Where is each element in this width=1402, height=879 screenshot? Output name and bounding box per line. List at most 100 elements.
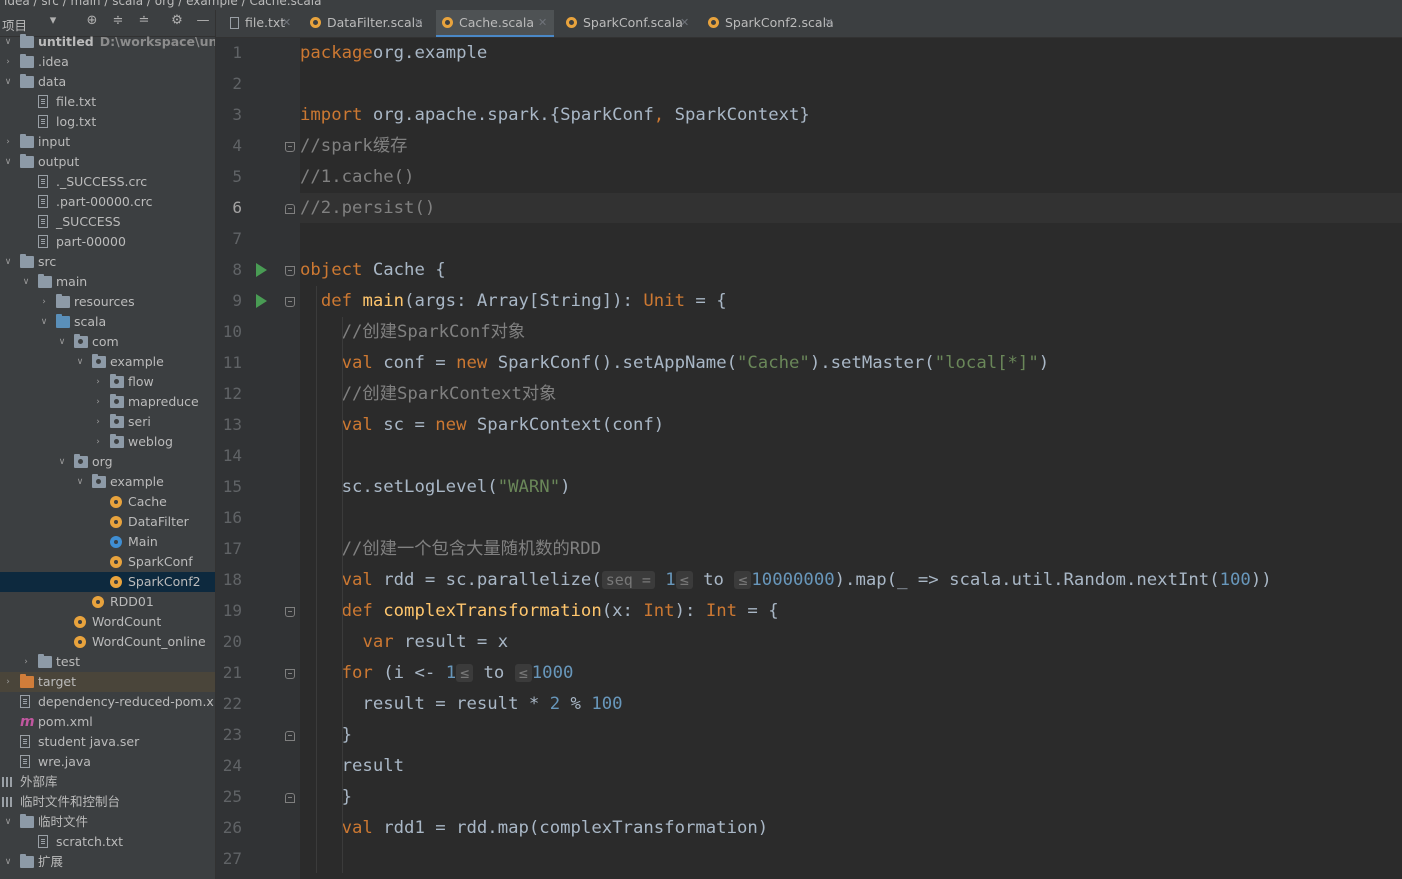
tree-item[interactable]: DataFilter xyxy=(0,512,215,532)
tree-item[interactable]: ∨ 扩展 xyxy=(0,852,215,872)
tree-item[interactable]: ∨ 临时文件 xyxy=(0,812,215,832)
breadcrumb[interactable]: idea / src / main / scala / org / exampl… xyxy=(4,0,321,8)
chevron-down-icon[interactable]: ∨ xyxy=(2,152,14,172)
chevron-right-icon[interactable]: › xyxy=(38,292,50,312)
chevron-right-icon[interactable]: › xyxy=(20,652,32,672)
tree-item[interactable]: ∨ example xyxy=(0,352,215,372)
fold-marker-icon[interactable] xyxy=(285,204,295,214)
tree-item[interactable]: ∨ example xyxy=(0,472,215,492)
tree-item[interactable]: wre.java xyxy=(0,752,215,772)
code-token: rdd = sc.parallelize( xyxy=(372,570,602,590)
expand-all-icon[interactable]: ≑ xyxy=(109,13,127,31)
tree-item[interactable]: Main xyxy=(0,532,215,552)
chevron-right-icon[interactable]: › xyxy=(92,412,104,432)
editor-tab[interactable]: SparkConf2.scala ✕ xyxy=(702,10,840,37)
chevron-right-icon[interactable]: › xyxy=(2,672,14,692)
tree-item[interactable]: ._SUCCESS.crc xyxy=(0,172,215,192)
tree-item[interactable]: SparkConf xyxy=(0,552,215,572)
tree-item[interactable]: ∨ scala xyxy=(0,312,215,332)
chevron-down-icon[interactable]: ∨ xyxy=(20,272,32,292)
close-tab-icon[interactable]: ✕ xyxy=(414,10,423,36)
tree-item[interactable]: scratch.txt xyxy=(0,832,215,852)
tree-item[interactable]: › seri xyxy=(0,412,215,432)
close-tab-icon[interactable]: ✕ xyxy=(680,10,689,36)
chevron-down-icon[interactable]: ∨ xyxy=(2,252,14,272)
editor-tab[interactable]: DataFilter.scala ✕ xyxy=(304,10,430,37)
tree-item[interactable]: › input xyxy=(0,132,215,152)
tree-item[interactable]: log.txt xyxy=(0,112,215,132)
tree-item[interactable]: ∨ data xyxy=(0,72,215,92)
editor-tab-label: SparkConf.scala xyxy=(583,15,683,30)
tree-item[interactable]: ∨ com xyxy=(0,332,215,352)
tree-item[interactable]: dependency-reduced-pom.xml xyxy=(0,692,215,712)
chevron-right-icon[interactable]: › xyxy=(92,392,104,412)
tree-item-label: pom.xml xyxy=(38,714,93,729)
chevron-right-icon[interactable]: › xyxy=(92,432,104,452)
fold-marker-icon[interactable] xyxy=(285,297,295,307)
tree-item[interactable]: › weblog xyxy=(0,432,215,452)
tree-item[interactable]: _SUCCESS xyxy=(0,212,215,232)
tree-item[interactable]: .part-00000.crc xyxy=(0,192,215,212)
run-gutter-icon[interactable] xyxy=(256,263,267,277)
fold-marker-icon[interactable] xyxy=(285,793,295,803)
editor-tab[interactable]: SparkConf.scala ✕ xyxy=(560,10,696,37)
tree-item[interactable]: › resources xyxy=(0,292,215,312)
code-token: 10000000 xyxy=(751,570,835,590)
tree-item[interactable]: 外部库 xyxy=(0,772,215,792)
fold-marker-icon[interactable] xyxy=(285,669,295,679)
chevron-down-icon[interactable]: ∨ xyxy=(74,352,86,372)
tree-item[interactable]: WordCount_online xyxy=(0,632,215,652)
fold-marker-icon[interactable] xyxy=(285,142,295,152)
chevron-down-icon[interactable]: ∨ xyxy=(56,332,68,352)
tree-item[interactable]: ∨ untitled D:\workspace\untitled xyxy=(0,32,215,52)
line-number: 9 xyxy=(232,291,242,310)
tree-item[interactable]: WordCount xyxy=(0,612,215,632)
chevron-right-icon[interactable]: › xyxy=(2,132,14,152)
close-tab-icon[interactable]: ✕ xyxy=(282,10,291,36)
tree-item[interactable]: ∨ org xyxy=(0,452,215,472)
close-tab-icon[interactable]: ✕ xyxy=(824,10,833,36)
tree-item[interactable]: › flow xyxy=(0,372,215,392)
tree-item[interactable]: part-00000 xyxy=(0,232,215,252)
gear-icon[interactable]: ⚙ xyxy=(168,13,186,31)
dropdown-chevron-icon[interactable]: ▾ xyxy=(44,13,62,31)
fold-marker-icon[interactable] xyxy=(285,266,295,276)
tree-item[interactable]: ∨ main xyxy=(0,272,215,292)
folder-icon xyxy=(20,54,34,68)
fold-marker-icon[interactable] xyxy=(285,731,295,741)
hide-panel-icon[interactable]: — xyxy=(194,13,212,31)
code-editor[interactable]: packageorg.example import org.apache.spar… xyxy=(300,38,1402,879)
tree-item[interactable]: › .idea xyxy=(0,52,215,72)
tree-item[interactable]: student java.ser xyxy=(0,732,215,752)
close-tab-icon[interactable]: ✕ xyxy=(538,10,547,36)
tree-item[interactable]: › mapreduce xyxy=(0,392,215,412)
chevron-right-icon[interactable]: › xyxy=(2,52,14,72)
tree-item[interactable]: SparkConf2 xyxy=(0,572,215,592)
tree-item-label: com xyxy=(92,334,119,349)
tree-item[interactable]: ∨ output xyxy=(0,152,215,172)
fold-marker-icon[interactable] xyxy=(285,607,295,617)
editor-tab[interactable]: file.txt ✕ xyxy=(224,10,298,37)
code-token: (x: xyxy=(601,601,644,621)
tree-item[interactable]: › test xyxy=(0,652,215,672)
chevron-down-icon[interactable]: ∨ xyxy=(56,452,68,472)
tree-item[interactable]: › target xyxy=(0,672,215,692)
chevron-down-icon[interactable]: ∨ xyxy=(2,32,14,52)
locate-target-icon[interactable]: ⊕ xyxy=(83,13,101,31)
tree-item[interactable]: RDD01 xyxy=(0,592,215,612)
chevron-right-icon[interactable]: › xyxy=(92,372,104,392)
chevron-down-icon[interactable]: ∨ xyxy=(2,852,14,872)
chevron-down-icon[interactable]: ∨ xyxy=(2,812,14,832)
editor-tab-bar: file.txt ✕ DataFilter.scala ✕ Cache.scala ✕ Sp… xyxy=(216,10,1402,38)
tree-item[interactable]: ∨ src xyxy=(0,252,215,272)
tree-item[interactable]: file.txt xyxy=(0,92,215,112)
chevron-down-icon[interactable]: ∨ xyxy=(2,72,14,92)
run-gutter-icon[interactable] xyxy=(256,294,267,308)
tree-item[interactable]: 临时文件和控制台 xyxy=(0,792,215,812)
chevron-down-icon[interactable]: ∨ xyxy=(74,472,86,492)
tree-item[interactable]: m pom.xml xyxy=(0,712,215,732)
chevron-down-icon[interactable]: ∨ xyxy=(38,312,50,332)
collapse-all-icon[interactable]: ≐ xyxy=(135,13,153,31)
tree-item[interactable]: Cache xyxy=(0,492,215,512)
editor-tab[interactable]: Cache.scala ✕ xyxy=(436,10,554,37)
